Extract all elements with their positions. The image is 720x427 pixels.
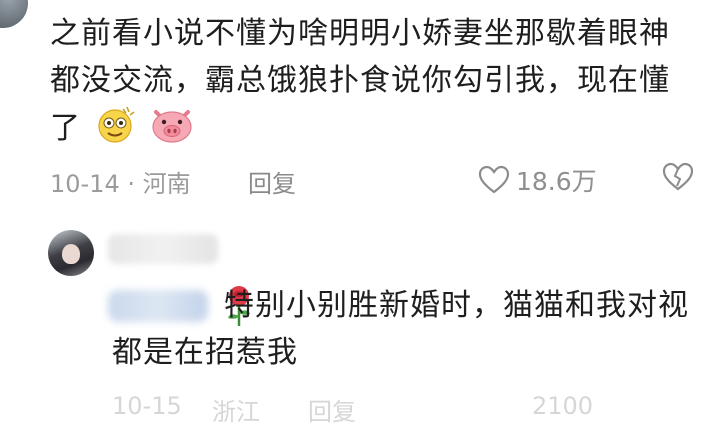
reply-text: 特别小别胜新婚时，猫猫和我对视都是在招惹我 xyxy=(112,288,689,370)
comment-date: 10-14 xyxy=(50,170,120,198)
reply-location: 浙江 xyxy=(212,398,260,426)
replier-avatar[interactable] xyxy=(48,230,94,276)
comment-location: 河南 xyxy=(142,170,191,198)
pig-face-emoji-icon xyxy=(150,104,194,158)
heart-icon xyxy=(478,165,510,194)
broken-heart-icon xyxy=(662,162,694,191)
reply-button[interactable]: 回复 xyxy=(248,164,296,199)
comment-text: 之前看小说不懂为啥明明小娇妻坐那歇着眼神都没交流，霸总饿狼扑食说你勾引我，现在懂… xyxy=(50,10,690,158)
reply-reply-button[interactable]: 回复 xyxy=(308,392,356,427)
reply-date: 10-15 xyxy=(112,392,182,420)
dislike-button[interactable] xyxy=(662,162,694,198)
reply-meta: 10-15 浙江 回复 2100 xyxy=(112,392,712,426)
like-count: 18.6万 xyxy=(516,167,597,196)
separator-dot: · xyxy=(127,170,136,198)
reply-like-count[interactable]: 2100 xyxy=(532,392,593,420)
comment-body: 之前看小说不懂为啥明明小娇妻坐那歇着眼神都没交流，霸总饿狼扑食说你勾引我，现在懂… xyxy=(50,16,670,146)
like-button[interactable]: 18.6万 xyxy=(478,162,597,198)
replier-name-blurred xyxy=(108,234,218,264)
commenter-avatar[interactable] xyxy=(0,0,28,28)
dizzy-face-emoji-icon xyxy=(96,104,136,158)
comment-date-location: 10-14 · 河南 xyxy=(50,164,191,199)
comment-meta: 10-14 · 河南 回复 18.6万 xyxy=(50,162,700,198)
